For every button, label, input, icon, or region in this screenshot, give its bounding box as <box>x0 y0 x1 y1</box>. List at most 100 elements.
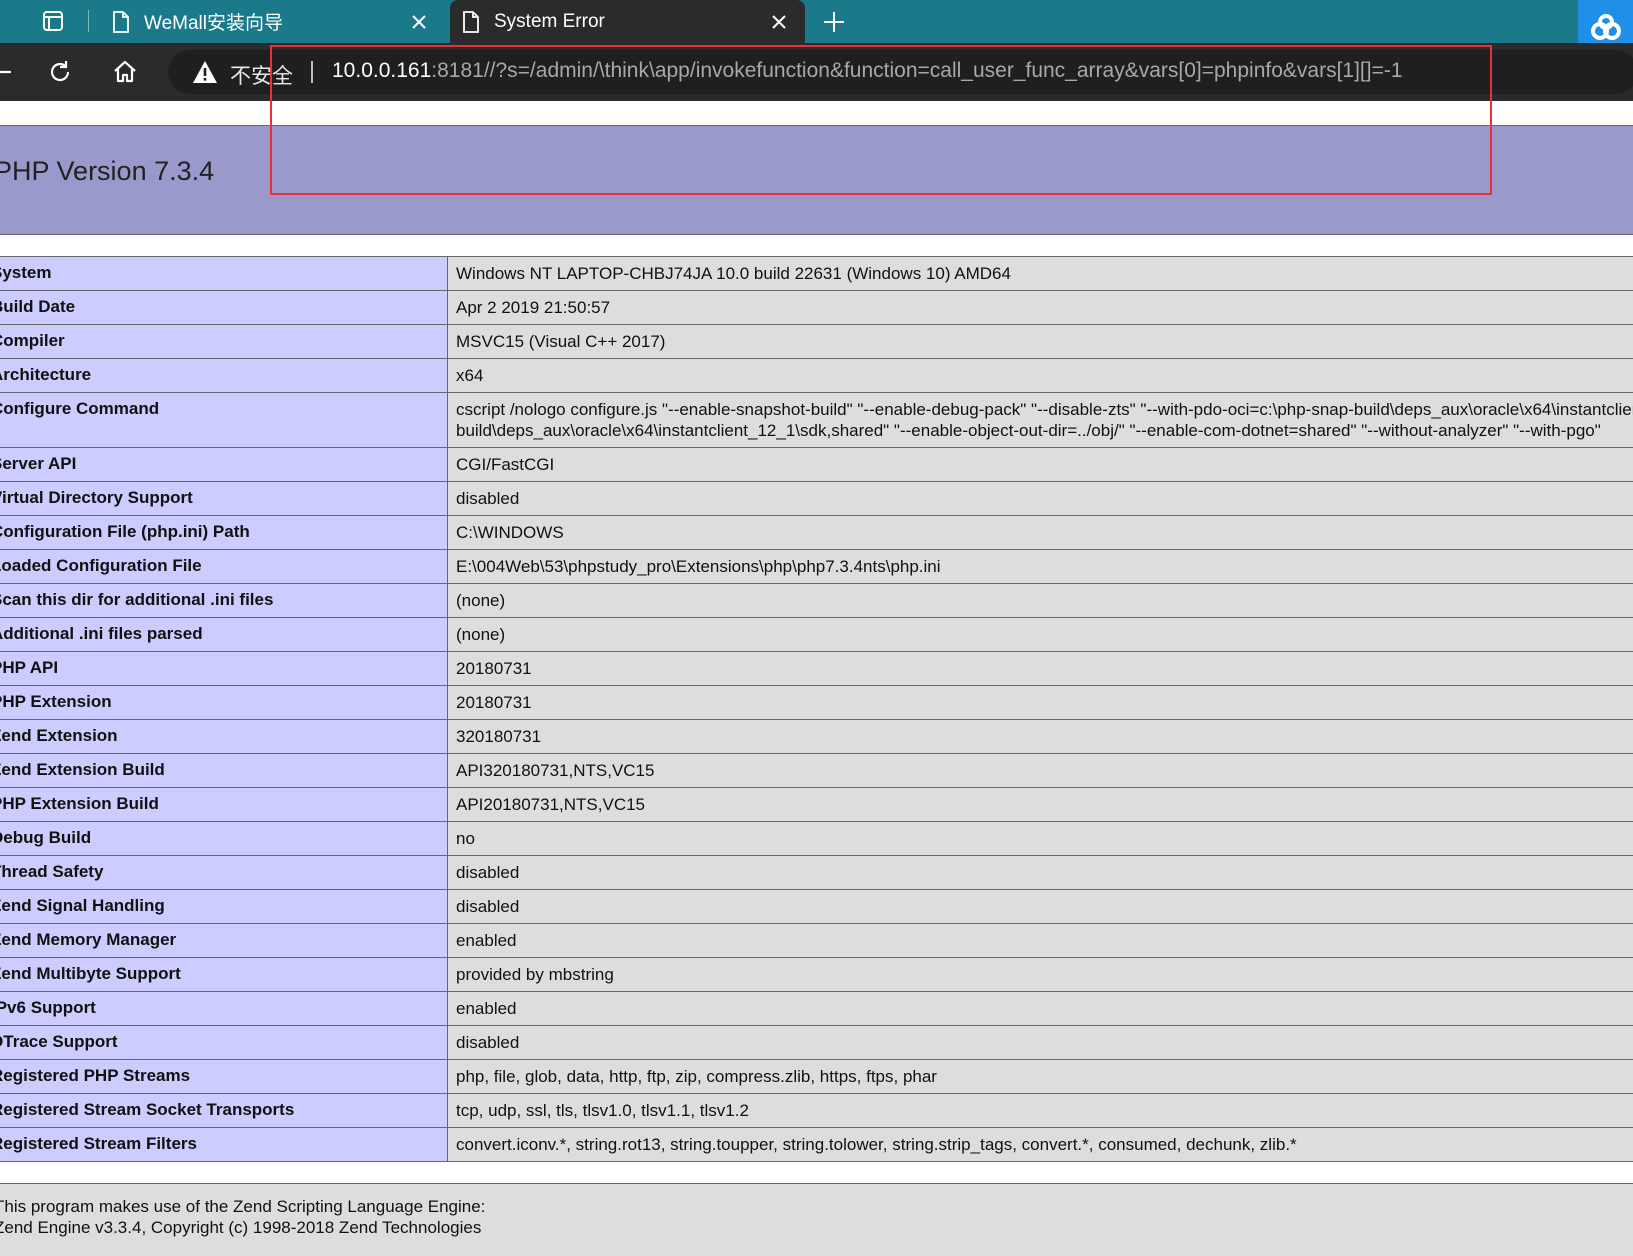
table-row: Build Date Apr 2 2019 21:50:57 <box>0 291 1633 325</box>
table-row: DTrace Support disabled <box>0 1026 1633 1060</box>
table-row: Virtual Directory Support disabled <box>0 482 1633 516</box>
footer-line-1: This program makes use of the Zend Scrip… <box>0 1197 486 1216</box>
tab-actions-icon[interactable] <box>38 6 68 36</box>
row-key: Scan this dir for additional .ini files <box>0 584 448 617</box>
row-value-line: cscript /nologo configure.js "--enable-s… <box>456 400 1633 419</box>
row-key-text: Registered Stream Socket Transports <box>0 1100 295 1119</box>
table-row: Thread Safety disabled <box>0 856 1633 890</box>
reload-icon[interactable] <box>43 55 77 89</box>
row-key: Registered PHP Streams <box>0 1060 448 1093</box>
tab-system-error[interactable]: System Error <box>450 0 805 43</box>
row-key: Compiler <box>0 325 448 358</box>
row-key: Loaded Configuration File <box>0 550 448 583</box>
php-header: PHP Version 7.3.4 <box>0 125 1633 235</box>
row-key: IPv6 Support <box>0 992 448 1025</box>
footer-line-2: Zend Engine v3.3.4, Copyright (c) 1998-2… <box>0 1218 482 1237</box>
row-key: Configuration File (php.ini) Path <box>0 516 448 549</box>
row-key: Build Date <box>0 291 448 324</box>
row-value: 20180731 <box>448 686 1633 719</box>
row-key-text: Debug Build <box>0 828 92 847</box>
row-key: System <box>0 257 448 290</box>
row-value: API20180731,NTS,VC15 <box>448 788 1633 821</box>
row-key: Zend Extension <box>0 720 448 753</box>
row-key-text: Compiler <box>0 331 65 350</box>
table-row: Zend Extension Build API320180731,NTS,VC1… <box>0 754 1633 788</box>
close-tab-icon[interactable] <box>405 8 433 36</box>
row-value: 20180731 <box>448 652 1633 685</box>
row-key-text: Configure Command <box>0 399 160 418</box>
row-value: tcp, udp, ssl, tls, tlsv1.0, tlsv1.1, tl… <box>448 1094 1633 1127</box>
table-row: PHP Extension Build API20180731,NTS,VC15 <box>0 788 1633 822</box>
address-separator <box>311 61 313 83</box>
table-row: System Windows NT LAPTOP-CHBJ74JA 10.0 bu… <box>0 257 1633 291</box>
table-row: Registered Stream Socket Transports tcp, … <box>0 1094 1633 1128</box>
row-key-text: Virtual Directory Support <box>0 488 193 507</box>
table-row: Registered Stream Filters convert.iconv.*… <box>0 1128 1633 1162</box>
table-row: Zend Extension 320180731 <box>0 720 1633 754</box>
row-key-text: Additional .ini files parsed <box>0 624 203 643</box>
table-row: Scan this dir for additional .ini files (… <box>0 584 1633 618</box>
row-value: C:\WINDOWS <box>448 516 1633 549</box>
page-icon <box>460 10 482 34</box>
row-value: no <box>448 822 1633 855</box>
row-value: Apr 2 2019 21:50:57 <box>448 291 1633 324</box>
home-icon[interactable] <box>108 55 142 89</box>
new-tab-button[interactable] <box>818 6 850 38</box>
url-text[interactable]: 10.0.0.161:8181//?s=/admin/\think\app/in… <box>332 59 1403 83</box>
page-icon <box>110 10 132 34</box>
row-key-text: Loaded Configuration File <box>0 556 202 575</box>
table-row: Configure Command cscript /nologo configu… <box>0 393 1633 448</box>
row-value: (none) <box>448 618 1633 651</box>
row-key: Registered Stream Filters <box>0 1128 448 1161</box>
row-key-text: DTrace Support <box>0 1032 118 1051</box>
row-key-text: PHP API <box>0 658 59 677</box>
close-tab-icon[interactable] <box>765 8 793 36</box>
tab-title: WeMall安装向导 <box>144 13 283 34</box>
row-key: Debug Build <box>0 822 448 855</box>
row-value: MSVC15 (Visual C++ 2017) <box>448 325 1633 358</box>
row-value: CGI/FastCGI <box>448 448 1633 481</box>
url-path: :8181//?s=/admin/\think\app/invokefuncti… <box>431 59 1403 82</box>
address-bar[interactable]: 不安全 10.0.0.161:8181//?s=/admin/\think\ap… <box>168 50 1633 94</box>
row-key: Thread Safety <box>0 856 448 889</box>
tab-wemall[interactable]: WeMall安装向导 <box>100 0 445 43</box>
row-key-text: Registered Stream Filters <box>0 1134 197 1153</box>
tab-separator <box>88 10 89 32</box>
row-key-text: Configuration File (php.ini) Path <box>0 522 250 541</box>
row-key-text: Build Date <box>0 297 76 316</box>
row-value: E:\004Web\53\phpstudy_pro\Extensions\php… <box>448 550 1633 583</box>
row-value: (none) <box>448 584 1633 617</box>
security-status[interactable]: 不安全 <box>230 60 293 90</box>
table-row: Zend Signal Handling disabled <box>0 890 1633 924</box>
url-host: 10.0.0.161 <box>332 59 432 82</box>
table-row: Loaded Configuration File E:\004Web\53\ph… <box>0 550 1633 584</box>
row-value: x64 <box>448 359 1633 392</box>
row-key: Registered Stream Socket Transports <box>0 1094 448 1127</box>
row-key: DTrace Support <box>0 1026 448 1059</box>
row-value: disabled <box>448 1026 1633 1059</box>
back-arrow-icon[interactable] <box>0 55 20 89</box>
table-row: Architecture x64 <box>0 359 1633 393</box>
row-value: php, file, glob, data, http, ftp, zip, c… <box>448 1060 1633 1093</box>
table-row: Compiler MSVC15 (Visual C++ 2017) <box>0 325 1633 359</box>
table-row: Configuration File (php.ini) Path C:\WIND… <box>0 516 1633 550</box>
table-row: Zend Memory Manager enabled <box>0 924 1633 958</box>
row-key-text: Server API <box>0 454 77 473</box>
row-key-text: Zend Memory Manager <box>0 930 177 949</box>
row-value: disabled <box>448 856 1633 889</box>
row-key-text: Scan this dir for additional .ini files <box>0 590 274 609</box>
row-key: PHP Extension <box>0 686 448 719</box>
cloud-sync-icon <box>1590 13 1621 40</box>
warning-icon[interactable] <box>192 60 218 84</box>
row-key-text: Architecture <box>0 365 92 384</box>
row-key: Server API <box>0 448 448 481</box>
table-row: IPv6 Support enabled <box>0 992 1633 1026</box>
row-value: provided by mbstring <box>448 958 1633 991</box>
row-key-text: Zend Signal Handling <box>0 896 165 915</box>
tab-bar: WeMall安装向导 System Error <box>0 0 1633 55</box>
row-key: Additional .ini files parsed <box>0 618 448 651</box>
zend-footer: This program makes use of the Zend Scrip… <box>0 1183 1633 1256</box>
tab-title: System Error <box>494 10 605 32</box>
row-value-line: build\deps_aux\oracle\x64\instantclient_… <box>456 421 1601 440</box>
row-value: enabled <box>448 992 1633 1025</box>
